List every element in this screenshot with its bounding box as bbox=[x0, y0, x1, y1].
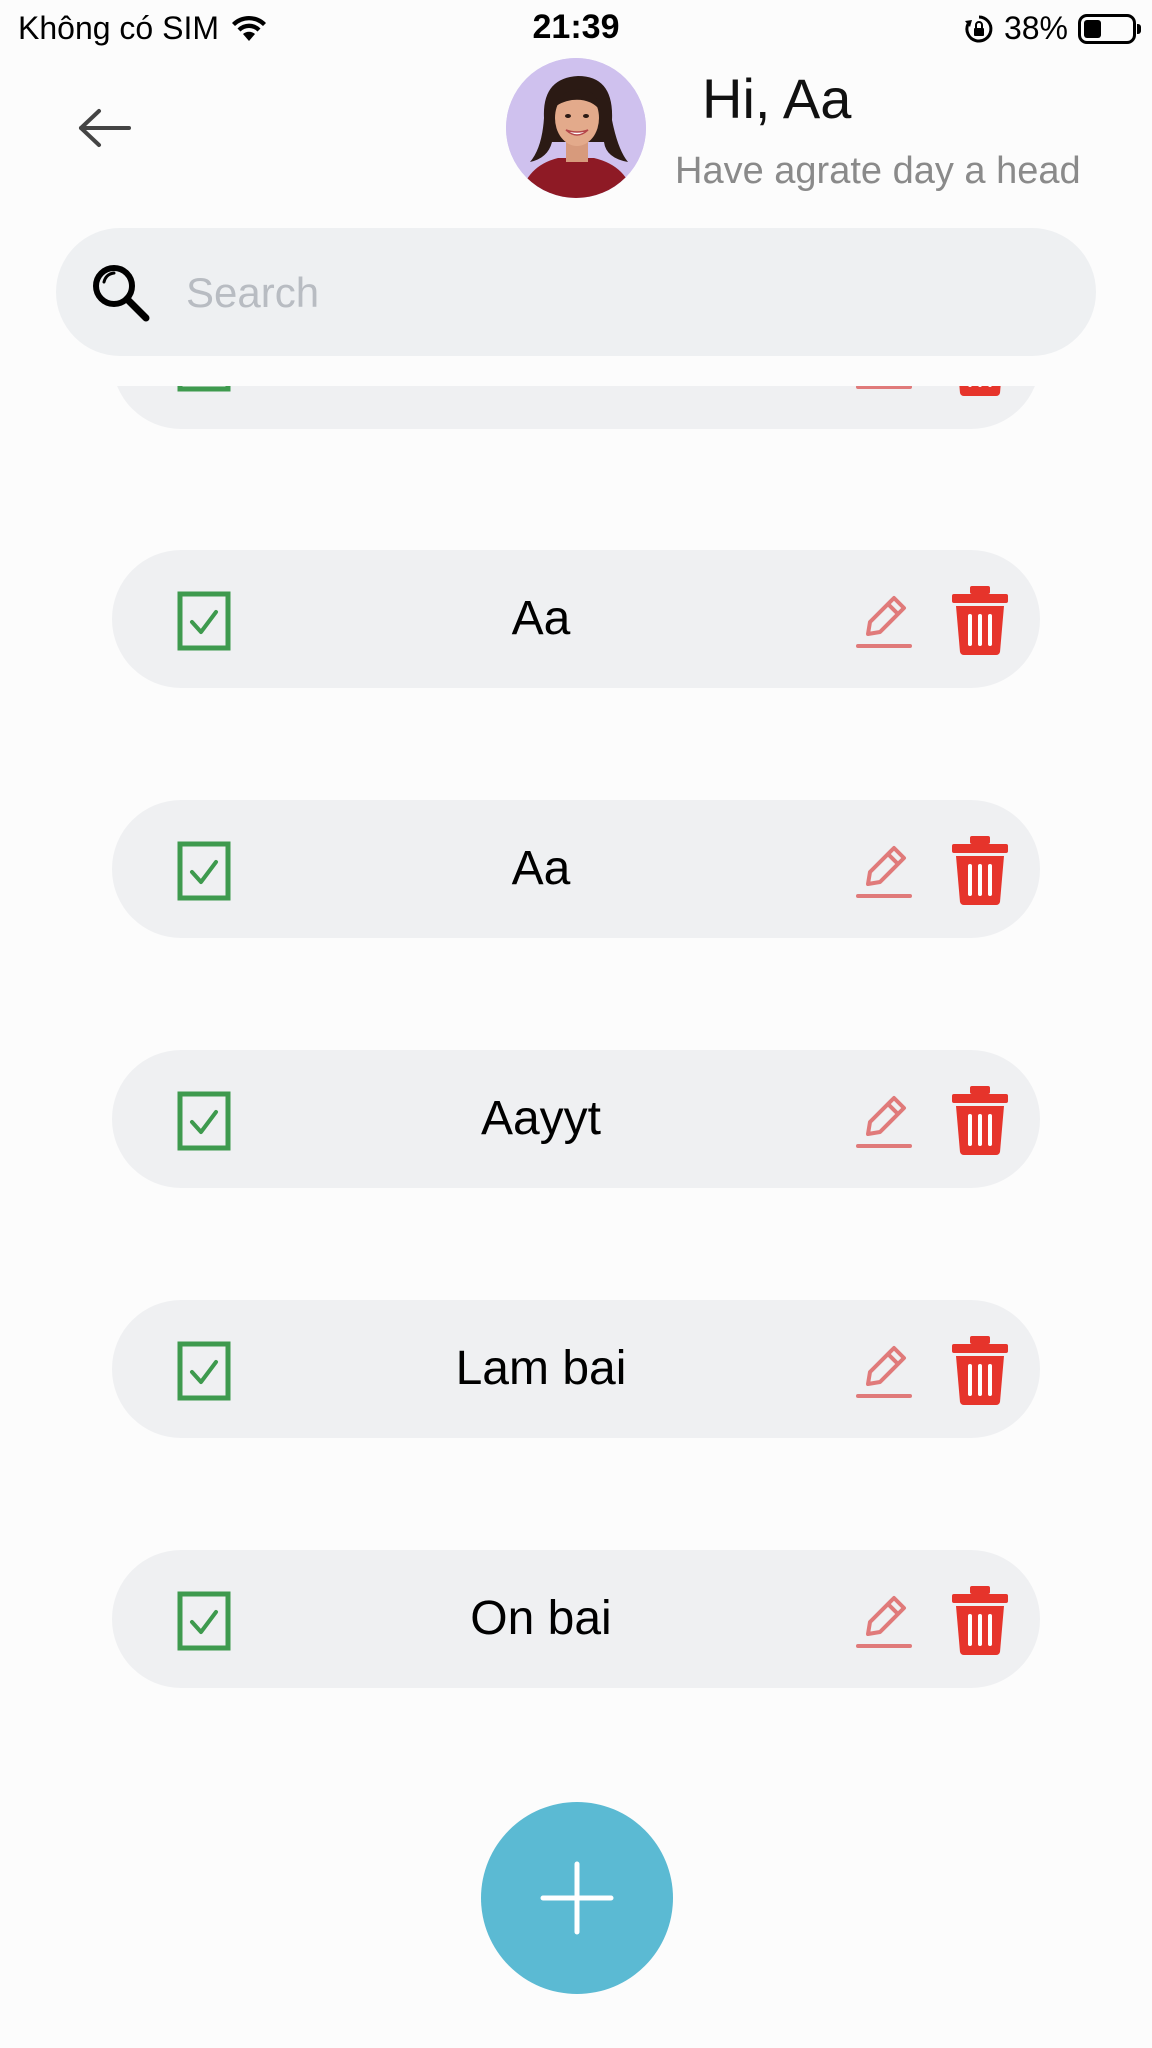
checkbox-checked-icon[interactable] bbox=[176, 1590, 232, 1652]
back-button[interactable] bbox=[70, 98, 140, 158]
edit-icon[interactable] bbox=[854, 1340, 914, 1402]
checkbox-checked-icon[interactable] bbox=[176, 1090, 232, 1152]
edit-icon[interactable] bbox=[854, 1090, 914, 1152]
todo-label: On bai bbox=[470, 1592, 612, 1645]
edit-icon[interactable] bbox=[854, 1590, 914, 1652]
edit-icon[interactable] bbox=[854, 386, 914, 393]
battery-icon bbox=[1078, 13, 1141, 44]
checkbox-checked-icon[interactable] bbox=[176, 1340, 232, 1402]
trash-icon[interactable] bbox=[950, 1334, 1010, 1406]
user-avatar-image bbox=[506, 58, 646, 198]
checkbox-checked-icon[interactable] bbox=[176, 386, 232, 393]
todo-list[interactable]: Aa Aa Aayyt Lam bai On bai bbox=[0, 386, 1152, 1766]
list-item[interactable]: Aayyt bbox=[112, 1050, 1040, 1188]
search-input[interactable] bbox=[184, 252, 1048, 334]
greeting-subtitle: Have agrate day a head bbox=[675, 150, 1081, 192]
trash-icon[interactable] bbox=[950, 834, 1010, 906]
status-bar: Không có SIM 21:39 38% bbox=[0, 0, 1152, 58]
todo-label: Aayyt bbox=[480, 1092, 602, 1145]
search-icon bbox=[93, 265, 150, 322]
trash-icon[interactable] bbox=[950, 1084, 1010, 1156]
edit-icon[interactable] bbox=[854, 590, 914, 652]
plus-icon bbox=[540, 1861, 614, 1935]
status-right: 38% bbox=[964, 10, 1141, 47]
list-item[interactable]: Aa bbox=[112, 800, 1040, 938]
checkbox-checked-icon[interactable] bbox=[176, 840, 232, 902]
arrow-left-icon bbox=[79, 109, 131, 147]
todo-label: Lam bai bbox=[455, 1342, 627, 1395]
add-todo-button[interactable] bbox=[481, 1802, 673, 1994]
trash-icon[interactable] bbox=[950, 386, 1010, 397]
search-bar[interactable] bbox=[56, 228, 1096, 356]
todo-label: Aa bbox=[511, 842, 571, 895]
list-item[interactable] bbox=[112, 386, 1040, 429]
list-item[interactable]: On bai bbox=[112, 1550, 1040, 1688]
todo-label: Aa bbox=[511, 592, 571, 645]
trash-icon[interactable] bbox=[950, 584, 1010, 656]
greeting-text: Hi, Aa bbox=[702, 67, 852, 130]
edit-icon[interactable] bbox=[854, 840, 914, 902]
todo-label bbox=[262, 386, 820, 429]
battery-fill bbox=[1084, 19, 1101, 38]
battery-percent: 38% bbox=[1003, 10, 1068, 46]
checkbox-checked-icon[interactable] bbox=[176, 590, 232, 652]
rotation-lock-icon bbox=[964, 15, 993, 42]
list-item[interactable]: Aa bbox=[112, 550, 1040, 688]
list-item[interactable]: Lam bai bbox=[112, 1300, 1040, 1438]
trash-icon[interactable] bbox=[950, 1584, 1010, 1656]
avatar[interactable] bbox=[506, 58, 646, 198]
